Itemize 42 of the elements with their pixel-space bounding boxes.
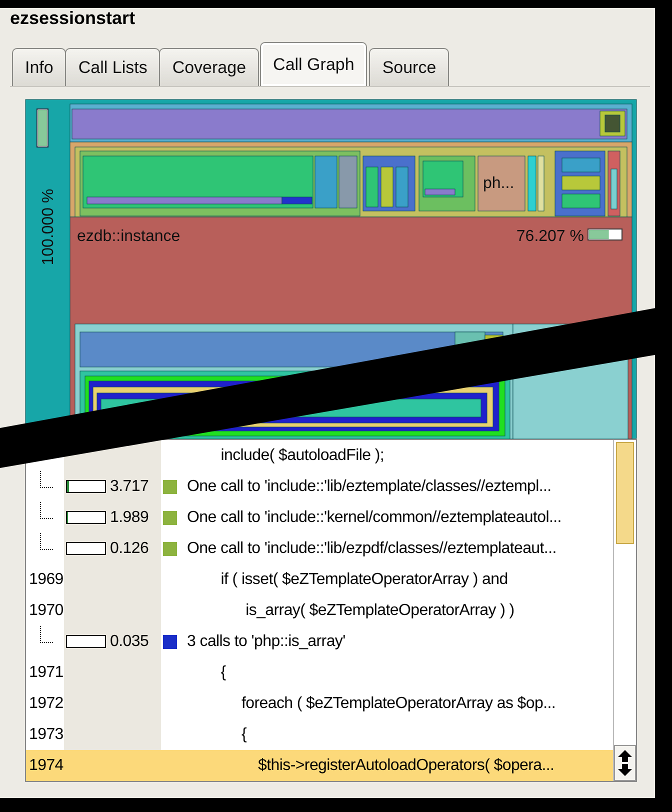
- tab[interactable]: Call Graph: [260, 42, 368, 86]
- percent-label: 76.207 %: [516, 228, 584, 245]
- cost-bar: [66, 480, 106, 493]
- cost-bar: [66, 511, 106, 524]
- tab[interactable]: Coverage: [159, 48, 260, 86]
- cost-value: 1.989: [110, 508, 149, 526]
- tab[interactable]: Info: [12, 48, 66, 86]
- node-label: ph...: [483, 175, 514, 192]
- cost-value: 3.717: [110, 478, 149, 496]
- tab[interactable]: Source: [369, 48, 450, 86]
- code-line: include( $autoloadFile );: [220, 446, 384, 464]
- scrollbar-thumb[interactable]: [616, 442, 634, 544]
- node-label: ezdb::instance: [77, 228, 180, 245]
- percent-label: 100.000 %: [40, 188, 57, 266]
- call-text: One call to 'include::'lib/eztemplate/classes//eztempl...: [187, 478, 552, 496]
- code-line: is_array( $eZTemplateOperatorArray ) ): [244, 602, 514, 620]
- code-line: foreach ( $eZTemplateOperatorArray as $op...: [240, 694, 556, 712]
- treemap-block[interactable]: [478, 156, 526, 212]
- window-title: ezsessionstart: [10, 8, 136, 30]
- tree-connector: [40, 533, 53, 550]
- code-line: if ( isset( $eZTemplateOperatorArray ) and: [220, 570, 508, 588]
- line-number: 1972: [28, 694, 64, 714]
- line-number: 1969: [28, 570, 64, 590]
- code-line: {: [220, 664, 226, 682]
- call-text: One call to 'include::'lib/ezpdf/classes//eztemplateaut...: [187, 540, 556, 558]
- code-line: $this->registerAutoloadOperators( $opera...: [257, 756, 554, 774]
- tree-connector: [40, 471, 53, 488]
- arrow-up-icon[interactable]: [616, 749, 634, 763]
- scrollbar[interactable]: [613, 440, 636, 781]
- code-line: {: [240, 726, 247, 744]
- cost-value: 0.035: [110, 632, 149, 650]
- tree-connector: [40, 626, 53, 643]
- line-number: 1974: [28, 756, 64, 776]
- call-text: One call to 'include::'kernel/common//eztemplateautol...: [187, 508, 562, 526]
- tab[interactable]: Call Lists: [65, 48, 160, 86]
- line-number: 1973: [28, 725, 64, 745]
- cost-value: 0.126: [110, 540, 149, 558]
- call-text: 3 calls to 'php::is_array': [187, 632, 346, 650]
- line-number: 1971: [28, 663, 64, 683]
- arrow-down-icon[interactable]: [616, 763, 634, 777]
- line-number: 1970: [28, 601, 64, 621]
- tree-connector: [40, 502, 53, 519]
